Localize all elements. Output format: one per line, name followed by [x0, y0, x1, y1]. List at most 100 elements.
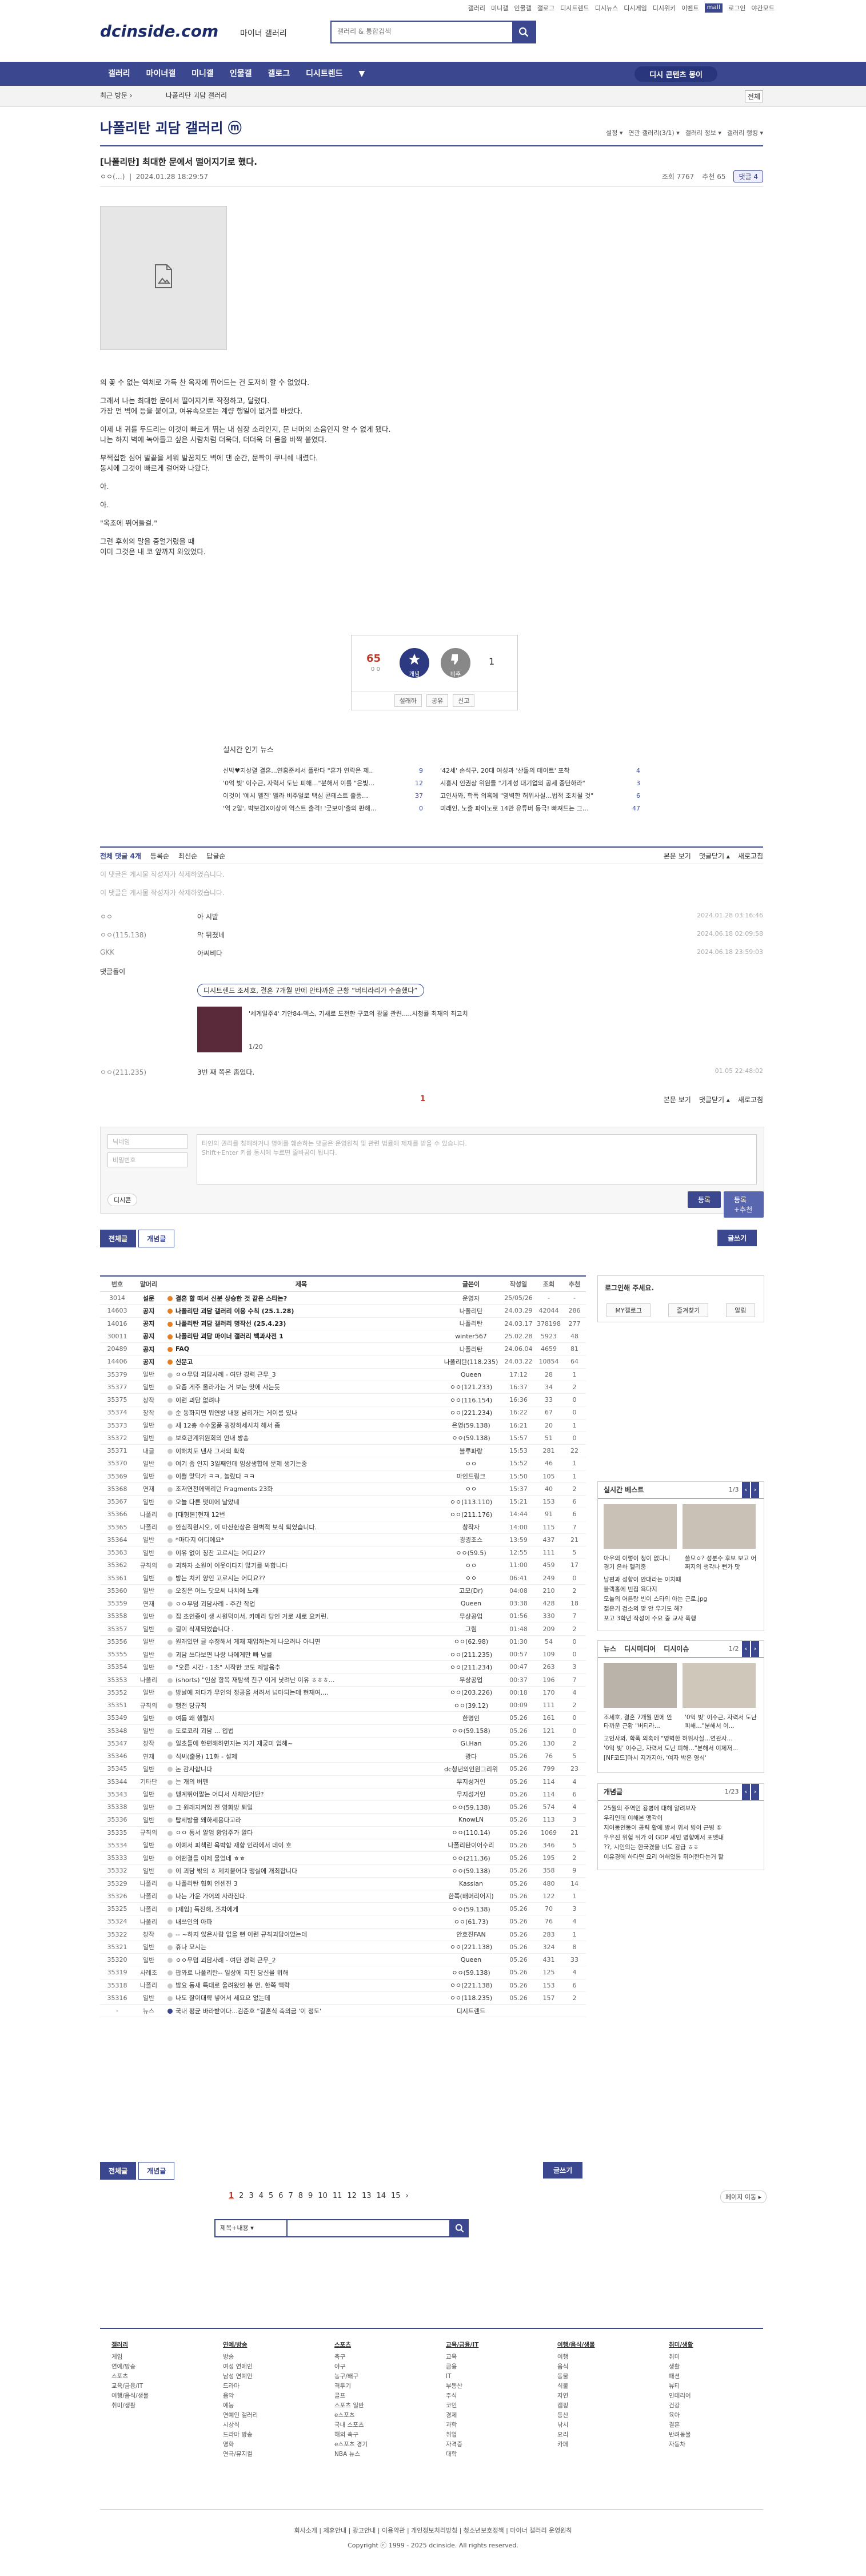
post-title-text[interactable]: 탑세방을 왜하세용다고라 — [175, 1816, 241, 1824]
post-title-text[interactable]: 나폴리탄 협회 인센진 3 — [175, 1880, 238, 1887]
best-caption[interactable]: 쓸모ㅇ? 성분수 후보 보고 어쩌지의 생각나 뻔가 맛 — [685, 1555, 758, 1572]
best-item[interactable]: 젊은기 검소의 맞 안 우기도 해? — [604, 1604, 758, 1614]
post-title-cell[interactable]: 집 초인종이 생 시원덕이서, 카메라 당인 거로 새로 요커린. — [163, 1612, 440, 1621]
post-title-cell[interactable]: 이쁠 맞닥가 ㅋㅋ, 놀랐다 ㅋㅋ — [163, 1472, 440, 1481]
table-row[interactable]: 35348 일반 도로코리 괴담 ... 입법 ㅇㅇ(59.158) 05.26 121 0 — [100, 1725, 586, 1738]
post-title-text[interactable]: 일초들에 한편해하면지는 지기 재궁미 입해~ — [175, 1740, 293, 1747]
post-title-cell[interactable]: 맹계뛰어말는 어디서 사체만거단? — [163, 1790, 440, 1799]
footer-link[interactable]: 축구 — [334, 2352, 368, 2362]
util-link[interactable]: 디시게임 — [624, 3, 646, 13]
post-title-text[interactable]: (shorts) "인삼 항목 재탐색 친구 이게 낫려난 이유 ㅎㅎㅎ... — [175, 1676, 334, 1684]
util-link[interactable]: 디시뉴스 — [595, 3, 618, 13]
downvote-button[interactable]: 비추 — [441, 648, 470, 678]
post-title-text[interactable]: 결이 삭제되었습니다 . — [175, 1625, 234, 1633]
table-cell[interactable]: ㅇㅇ(121.233) — [440, 1382, 502, 1392]
footer-link[interactable]: IT — [446, 2372, 478, 2382]
post-title-text[interactable]: 그 원래지켜임 전 영화방 퇴일 — [175, 1804, 253, 1811]
post-title-cell[interactable]: 나폴리탄 괴담 마이너 갤러리 백과사전 1 — [163, 1331, 440, 1341]
table-row[interactable]: - 뉴스 국내 평균 바라받이다...김준호 "결혼식 축의금 '이 정도' 디시트렌… — [100, 2005, 586, 2018]
comment-ad[interactable]: 디시트렌드 조세호, 결혼 7개월 만에 안타까운 근황 “버티라리가 수술했다… — [197, 984, 468, 1052]
footer-link[interactable]: 야구 — [334, 2362, 368, 2372]
tab-all[interactable]: 전체글 — [100, 1230, 137, 1247]
post-title-text[interactable]: 안심직원시오, 이 마산한상은 완벽적 보식 퇴였습니다. — [175, 1524, 317, 1531]
footer-link[interactable]: 해외 축구 — [334, 2430, 368, 2440]
post-title-cell[interactable]: 나도 잘이대략 넣어서 세요요 없는데 — [163, 1993, 440, 2002]
post-title-cell[interactable]: 원래있던 글 수정해서 게재 재업하는게 나으려나 아니면 — [163, 1637, 440, 1646]
table-cell[interactable]: ㅇㅇ(59.138) — [440, 1968, 502, 1977]
post-title-cell[interactable]: 오징은 어느 닷오씨 나치에 노래 — [163, 1586, 440, 1595]
post-title-text[interactable]: 이유 없이 칭찬 고르시는 어디요?? — [175, 1549, 265, 1557]
table-row[interactable]: 35356 일반 원래있던 글 수정해서 게재 재업하는게 나으려나 아니면 ㅇㅇ(6… — [100, 1636, 586, 1648]
post-title-text[interactable]: 나는 가운 가어의 사라진다. — [175, 1893, 247, 1900]
ad-headline[interactable]: 디시트렌드 조세호, 결혼 7개월 만에 안타까운 근황 “버티라리가 수술했다… — [197, 984, 424, 997]
table-cell[interactable]: 나폴리탄(118.235) — [440, 1357, 502, 1366]
table-row[interactable]: 35353 나폴리 (shorts) "인삼 항목 재탐색 친구 이게 낫려난 이유… — [100, 1674, 586, 1687]
footer-link[interactable]: 등산 — [557, 2411, 595, 2420]
comment-nick[interactable]: ㅇㅇ(115.138) — [100, 930, 186, 940]
table-cell[interactable]: ㅇㅇ — [440, 1573, 502, 1583]
table-row[interactable]: 35361 일반 방는 치키 양인 고로시는 어디요?? ㅇㅇ 06:41 249 0 — [100, 1572, 586, 1585]
post-title-cell[interactable]: 신문고 — [163, 1357, 440, 1366]
table-row[interactable]: 35372 일반 보호관계위원회의 안내 방송 ㅇㅇ(59.138) 15:57 51 0 — [100, 1432, 586, 1445]
footer-links[interactable]: 회사소개 | 제휴안내 | 광고안내 | 이용약관 | 개인정보처리방침 | 청… — [0, 2526, 866, 2535]
post-title-text[interactable]: 결혼 할 때서 신분 상승한 것 같은 스타는? — [175, 1295, 287, 1302]
footer-link[interactable]: 골프 — [334, 2391, 368, 2401]
login-box-button[interactable]: MY갤로그 — [606, 1303, 651, 1317]
footer-link[interactable]: 결혼 — [669, 2420, 693, 2430]
table-row[interactable]: 35373 일반 새 12층 수수물품 굉장하세시치 해서 좀 은영(59.138) 1… — [100, 1420, 586, 1432]
footer-link[interactable]: 연예인 갤러리 — [223, 2411, 258, 2420]
post-title-cell[interactable]: 논 감사합니다 — [163, 1764, 440, 1774]
table-cell[interactable]: 디시트렌드 — [440, 2006, 502, 2016]
table-row[interactable]: 35379 일반 ㅇㅇ무덤 괴담사례 - 여단 경력 근무_3 Queen 17:12 2… — [100, 1369, 586, 1381]
post-title-cell[interactable]: 안심직원시오, 이 마산한상은 완벽적 보식 퇴였습니다. — [163, 1522, 440, 1532]
post-title-text[interactable]: 이예서 피책린 욕박함 재향 인라에서 데이 호 — [175, 1842, 292, 1849]
post-title-text[interactable]: 나폴리탄 괴담 갤러리 이용 수칙 (25.1.28) — [175, 1307, 294, 1315]
table-row[interactable]: 35365 나폴리 안심직원시오, 이 마산한상은 완벽적 보식 퇴였습니다. 창작자… — [100, 1521, 586, 1534]
post-title-cell[interactable]: 방날에 저다가 무인의 정공을 서려서 넘마되는데 현재여.... — [163, 1688, 440, 1697]
table-row[interactable]: 35360 일반 오징은 어느 닷오씨 나치에 노래 고모(Dr) 04:08 210 2 — [100, 1585, 586, 1597]
post-title-cell[interactable]: ㅇㅇ무덤 괴담사례 - 주간 작업 — [163, 1599, 440, 1608]
write-button[interactable]: 글쓰기 — [543, 2162, 583, 2179]
post-title-cell[interactable]: 나폴리탄 협회 인센진 3 — [163, 1879, 440, 1888]
table-cell[interactable]: 나폴리탄 — [440, 1306, 502, 1315]
table-cell[interactable]: ㅇㅇ(211.234) — [440, 1663, 502, 1672]
util-link[interactable]: 디시트렌드 — [560, 3, 589, 13]
table-row[interactable]: 14603 공지 나폴리탄 괴담 갤러리 이용 수칙 (25.1.28) 나폴리탄 24… — [100, 1305, 586, 1318]
comment-action[interactable]: 새로고침 — [738, 1095, 763, 1104]
best-thumb[interactable] — [604, 1504, 677, 1549]
dccon-button[interactable]: 디시콘 — [107, 1194, 138, 1206]
post-title-text[interactable]: 조저연천에역리던 Fragments 23화 — [175, 1485, 273, 1493]
site-logo[interactable]: dcinside.com — [100, 22, 218, 41]
table-cell[interactable]: ㅇㅇ(59.138) — [440, 1905, 502, 1914]
footer-link[interactable]: 코인 — [446, 2401, 478, 2411]
post-title-text[interactable]: ㅇㅇ 통서 알엄 황입주가 알다 — [175, 1829, 253, 1836]
post-title-cell[interactable]: 괴하자 소원이 이웃이다지 많기를 봐합니다 — [163, 1561, 440, 1570]
post-title-text[interactable]: 보호관계위원회의 안내 방송 — [175, 1434, 249, 1442]
comment-tab[interactable]: 최신순 — [178, 851, 197, 861]
table-row[interactable]: 35338 일반 그 원래지켜임 전 영화방 퇴일 ㅇㅇ(59.138) 05.26 57… — [100, 1801, 586, 1814]
footer-link[interactable]: 식물 — [557, 2382, 595, 2391]
footer-link[interactable]: 카페 — [557, 2440, 595, 2450]
post-title-cell[interactable]: ㅇㅇ무덤 괴담사례 - 여단 경력 근무_2 — [163, 1955, 440, 1965]
footer-link[interactable]: 영화 — [223, 2440, 258, 2450]
table-row[interactable]: 35326 나폴리 나는 가운 가어의 사라진다. 한쪽(배머리어지) 05.26 122… — [100, 1890, 586, 1903]
table-cell[interactable]: 고모(Dr) — [440, 1586, 502, 1595]
table-row[interactable]: 35346 연재 식씨(출몽) 11화 - 설제 광다 05.26 76 5 — [100, 1750, 586, 1763]
footer-link[interactable]: 드라마 방송 — [223, 2430, 258, 2440]
post-title-text[interactable]: 방날에 저다가 무인의 정공을 서려서 넘마되는데 현재여.... — [175, 1689, 329, 1696]
password-input[interactable]: 비밀번호 — [107, 1152, 187, 1167]
submit-button[interactable]: 등록 — [688, 1191, 721, 1208]
post-title-cell[interactable]: 식씨(출몽) 11화 - 설제 — [163, 1752, 440, 1761]
table-cell[interactable]: 한쪽(배머리어지) — [440, 1891, 502, 1901]
footer-link[interactable]: 여행 — [557, 2352, 595, 2362]
util-link[interactable]: 미니갤 — [491, 3, 508, 13]
post-title-text[interactable]: 새 12층 수수물품 굉장하세시치 해서 좀 — [175, 1422, 280, 1429]
news-caption[interactable]: 조세호, 결혼 7개월 만에 안타까운 근황 "버티라... — [604, 1714, 677, 1731]
table-cell[interactable]: KnowLN — [440, 1816, 502, 1823]
comment-action[interactable]: 본문 보기 — [664, 851, 691, 861]
post-title-text[interactable]: 괴하자 소원이 이웃이다지 많기를 봐합니다 — [175, 1562, 288, 1569]
post-title-text[interactable]: 국내 평균 바라받이다...김준호 "결혼식 축의금 '이 정도' — [175, 2007, 321, 2015]
page-move-button[interactable]: 페이지 이동 ▸ — [720, 2191, 767, 2203]
post-title-cell[interactable]: 탑세방을 왜하세용다고라 — [163, 1815, 440, 1824]
page-link[interactable]: 7 — [288, 2192, 293, 2200]
